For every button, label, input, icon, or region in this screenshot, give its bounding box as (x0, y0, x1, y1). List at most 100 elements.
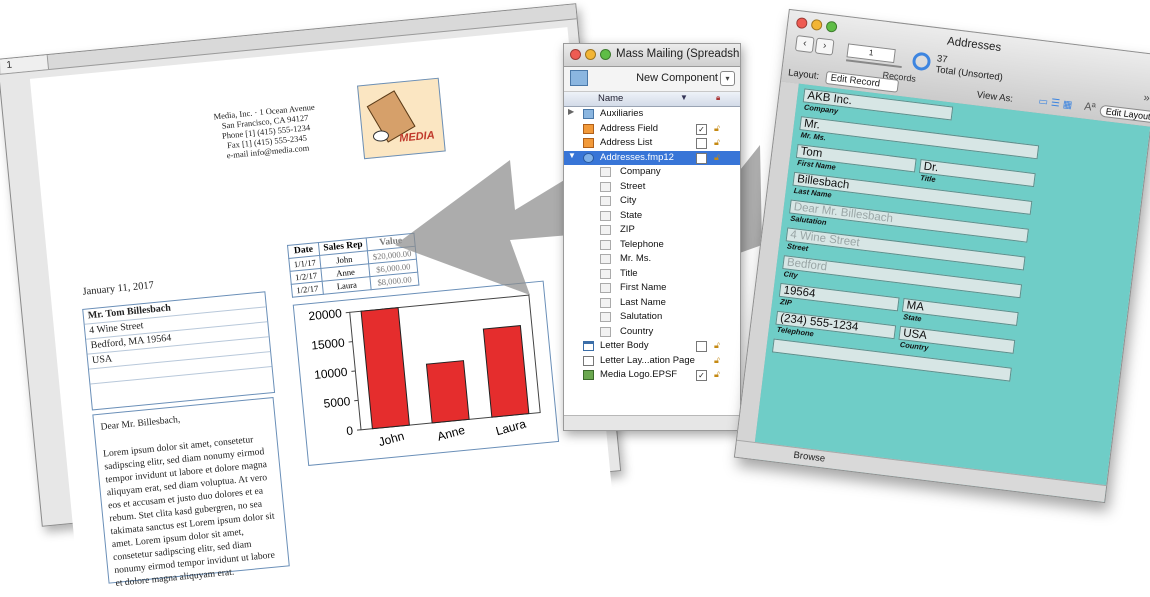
media-logo[interactable]: MEDIA (357, 78, 446, 160)
lock-icon[interactable]: 🔓︎ (714, 369, 720, 380)
recipient-address-box[interactable]: Mr. Tom Billesbach 4 Wine Street Bedford… (82, 291, 275, 410)
tree-item-letter-layout-page[interactable]: Letter Lay...ation Page 🔓︎ (564, 354, 740, 369)
checkbox-unchecked[interactable] (696, 138, 707, 149)
y-tick-label: 5000 (323, 394, 351, 411)
label-zip: ZIP (780, 297, 793, 307)
table-cell: 1/2/17 (291, 281, 323, 297)
field-title[interactable]: Dr. (919, 159, 1036, 187)
zoom-icon[interactable] (600, 49, 611, 60)
tree-item-label: Telephone (620, 239, 664, 250)
zoom-icon[interactable] (825, 21, 837, 33)
y-tick-label: 10000 (314, 365, 349, 382)
lock-icon[interactable]: 🔓︎ (714, 355, 720, 366)
tree-item-state[interactable]: State (564, 209, 740, 224)
disclosure-triangle-icon[interactable]: ▼ (568, 151, 576, 160)
found-set-pie-icon (911, 51, 931, 71)
minimize-icon[interactable] (811, 19, 823, 31)
tree-item-mr-ms[interactable]: Mr. Ms. (564, 252, 740, 267)
tree-item-letter-body[interactable]: Letter Body 🔓︎ (564, 339, 740, 354)
tree-item-label: Street (620, 181, 645, 192)
panel-title: Mass Mailing (Spreadsh... (616, 48, 741, 60)
label-title: Title (920, 173, 936, 184)
tree-item-street[interactable]: Street (564, 180, 740, 195)
letter-page: Media, Inc. · 1 Ocean Avenue San Francis… (30, 27, 613, 547)
tree-item-address-list[interactable]: Address List 🔓︎ (564, 136, 740, 151)
tree-item-salutation[interactable]: Salutation (564, 310, 740, 325)
lock-icon[interactable]: 🔓︎ (714, 123, 720, 134)
tree-item-media-logo[interactable]: Media Logo.EPSF ✓ 🔓︎ (564, 368, 740, 383)
sales-table[interactable]: Date Sales Rep Value 1/1/17 John $20,000… (287, 233, 419, 298)
lock-icon[interactable]: 🔓︎ (714, 152, 720, 163)
tree-item-label: ZIP (620, 224, 635, 235)
logo-text: MEDIA (399, 129, 435, 144)
panel-status-bar (564, 415, 740, 430)
bar (361, 308, 409, 429)
letter-body-text: Lorem ipsum dolor sit amet, consetetur s… (103, 432, 284, 590)
tree-item-label: City (620, 195, 636, 206)
previous-record-icon[interactable]: ‹ (795, 35, 815, 53)
checkbox-unchecked[interactable] (696, 153, 707, 164)
minimize-icon[interactable] (585, 49, 596, 60)
field-icon (600, 225, 611, 235)
lock-icon[interactable]: 🔓︎ (714, 137, 720, 148)
folder-add-icon[interactable] (570, 70, 588, 86)
tree-item-label: Addresses.fmp12 (600, 152, 674, 163)
tree-item-country[interactable]: Country (564, 325, 740, 340)
x-tick-label: John (377, 429, 406, 449)
next-record-icon[interactable]: › (815, 37, 835, 55)
bar (483, 326, 529, 418)
chevron-down-icon[interactable]: ▾ (720, 71, 735, 86)
x-tick-label: Laura (494, 417, 528, 439)
page-icon (583, 356, 594, 366)
mass-mailing-panel: Mass Mailing (Spreadsh... New Component … (563, 43, 741, 431)
tree-item-address-field[interactable]: Address Field ✓ 🔓︎ (564, 122, 740, 137)
tree-item-last-name[interactable]: Last Name (564, 296, 740, 311)
tree-item-label: Country (620, 326, 653, 337)
field-zip[interactable]: 19564 (779, 283, 900, 312)
tree-item-label: Company (620, 166, 661, 177)
page-tab[interactable]: 1 (0, 55, 49, 74)
mode-label[interactable]: Browse (793, 450, 826, 465)
name-column-header[interactable]: Name ▼ 🔒︎ (564, 92, 740, 107)
layout-label: Layout: (787, 67, 819, 82)
tree-item-zip[interactable]: ZIP (564, 223, 740, 238)
bar-chart-svg: 05000100001500020000JohnAnneLaura (294, 282, 558, 465)
text-format-icon[interactable]: Aª (1083, 101, 1096, 114)
text-icon (583, 341, 594, 351)
label-state: State (903, 312, 922, 323)
field-icon (600, 254, 611, 264)
tree-item-title[interactable]: Title (564, 267, 740, 282)
tree-item-label: Title (620, 268, 638, 279)
panel-toolbar: New Component ▾ (564, 67, 740, 92)
panel-titlebar[interactable]: Mass Mailing (Spreadsh... (564, 44, 740, 67)
tree-item-label: Media Logo.EPSF (600, 369, 677, 380)
tree-item-company[interactable]: Company (564, 165, 740, 180)
record-form-canvas: AKB Inc. Company Mr. Mr. Ms. Tom First N… (753, 84, 1150, 502)
y-tick-label: 0 (346, 424, 354, 439)
sort-icon[interactable]: ▼ (680, 93, 688, 102)
tree-item-city[interactable]: City (564, 194, 740, 209)
close-icon[interactable] (796, 17, 808, 29)
letter-date[interactable]: January 11, 2017 (82, 280, 154, 298)
chevron-right-icon[interactable]: » (1143, 92, 1150, 105)
column-header-name: Name (598, 93, 623, 104)
tree-item-first-name[interactable]: First Name (564, 281, 740, 296)
close-icon[interactable] (570, 49, 581, 60)
letter-body-box[interactable]: Dear Mr. Billesbach, Lorem ipsum dolor s… (92, 397, 289, 584)
checkbox-checked[interactable]: ✓ (696, 124, 707, 135)
tree-item-label: Last Name (620, 297, 666, 308)
checkbox-unchecked[interactable] (696, 341, 707, 352)
tree-item-label: State (620, 210, 642, 221)
tree-item-addresses-fmp12[interactable]: ▼ Addresses.fmp12 🔓︎ (564, 151, 740, 166)
disclosure-triangle-icon[interactable]: ▶ (568, 107, 574, 116)
checkbox-checked[interactable]: ✓ (696, 370, 707, 381)
tree-item-auxiliaries[interactable]: ▶ Auxiliaries (564, 107, 740, 122)
new-component-label[interactable]: New Component (636, 72, 718, 84)
tree-item-label: Letter Body (600, 340, 649, 351)
tree-item-telephone[interactable]: Telephone (564, 238, 740, 253)
table-view-icon[interactable]: ▦ (1062, 99, 1076, 111)
tree-item-label: Salutation (620, 311, 662, 322)
table-icon (583, 124, 594, 134)
lock-icon[interactable]: 🔓︎ (714, 340, 720, 351)
sales-chart[interactable]: 05000100001500020000JohnAnneLaura (293, 281, 559, 466)
